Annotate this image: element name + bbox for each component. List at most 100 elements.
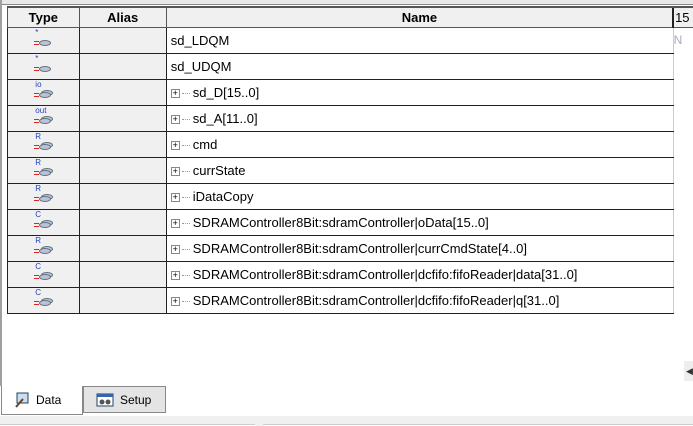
alias-cell[interactable] [78, 286, 167, 314]
expand-icon[interactable]: + [170, 140, 180, 150]
expand-icon[interactable]: + [170, 166, 180, 176]
column-header-sample[interactable]: 15 [672, 6, 693, 28]
register-bus-icon: R [32, 237, 54, 258]
panel-top-border [2, 0, 693, 5]
table-row[interactable]: R + cmd [7, 130, 693, 158]
table-row[interactable]: R + SDRAMController8Bit:sdramController|c… [7, 234, 693, 262]
sample-cell [672, 79, 693, 105]
table-row[interactable]: C + SDRAMController8Bit:sdramController|d… [7, 286, 693, 314]
sample-cell [672, 157, 693, 183]
tab-setup-label: Setup [120, 392, 152, 407]
alias-cell[interactable] [78, 26, 167, 54]
alias-cell[interactable] [78, 104, 167, 132]
tab-bar: Data Setup [0, 386, 693, 416]
alias-cell[interactable] [78, 78, 167, 106]
combinational-bus-icon: C [32, 263, 54, 284]
name-cell[interactable]: + currState [165, 156, 674, 184]
name-cell[interactable]: + SDRAMController8Bit:sdramController|oDa… [165, 208, 674, 236]
expand-icon[interactable]: + [170, 270, 180, 280]
expand-icon[interactable]: + [170, 192, 180, 202]
alias-cell[interactable] [78, 260, 167, 288]
node-name: sd_D[15..0] [192, 84, 260, 100]
expand-icon[interactable]: + [170, 244, 180, 254]
expand-icon[interactable]: + [170, 296, 180, 306]
node-name: currState [192, 162, 246, 178]
alias-cell[interactable] [78, 208, 167, 236]
data-icon [15, 392, 29, 408]
type-cell: * [7, 52, 80, 80]
output-bus-icon: out [32, 107, 54, 128]
combinational-bus-icon: C [32, 289, 54, 310]
single-node-icon: * [32, 55, 54, 76]
table-row[interactable]: R + currState [7, 156, 693, 184]
type-cell: C [7, 208, 80, 236]
name-cell[interactable]: + iDataCopy [165, 182, 674, 210]
type-cell: * [7, 26, 80, 54]
table-row[interactable]: io + sd_D[15..0] [7, 78, 693, 106]
alias-cell[interactable] [78, 234, 167, 262]
type-cell: R [7, 156, 80, 184]
table-row[interactable]: * sd_UDQM [7, 52, 693, 80]
expand-icon[interactable]: + [170, 114, 180, 124]
table-header: Type Alias Name 15 [7, 6, 693, 28]
setup-icon [96, 393, 114, 406]
node-name: SDRAMController8Bit:sdramController|curr… [192, 240, 528, 256]
type-cell: R [7, 130, 80, 158]
sample-cell [672, 209, 693, 235]
table-row[interactable]: C + SDRAMController8Bit:sdramController|o… [7, 208, 693, 236]
single-node-icon: * [32, 29, 54, 50]
sample-cell: N [672, 27, 693, 53]
expand-icon[interactable]: + [170, 218, 180, 228]
register-bus-icon: R [32, 133, 54, 154]
alias-cell[interactable] [78, 130, 167, 158]
sample-cell [672, 261, 693, 287]
sample-cell [672, 105, 693, 131]
name-cell[interactable]: + SDRAMController8Bit:sdramController|dcf… [165, 260, 674, 288]
node-name: cmd [192, 136, 218, 152]
node-table: Type Alias Name 15 * sd_LDQM N * sd_UDQM … [7, 6, 693, 314]
name-cell[interactable]: + sd_D[15..0] [165, 78, 674, 106]
type-cell: R [7, 234, 80, 262]
name-cell[interactable]: sd_LDQM [165, 26, 674, 54]
expand-icon[interactable]: + [170, 88, 180, 98]
node-name: sd_UDQM [170, 58, 232, 74]
combinational-bus-icon: C [32, 211, 54, 232]
sample-cell [672, 235, 693, 261]
tab-setup[interactable]: Setup [83, 386, 166, 413]
sample-cell [672, 183, 693, 209]
column-header-type[interactable]: Type [7, 6, 80, 28]
tab-data[interactable]: Data [1, 386, 83, 415]
name-cell[interactable]: + cmd [165, 130, 674, 158]
column-header-alias[interactable]: Alias [78, 6, 167, 28]
table-row[interactable]: R + iDataCopy [7, 182, 693, 210]
node-name: SDRAMController8Bit:sdramController|dcfi… [192, 292, 560, 308]
node-name: sd_LDQM [170, 32, 230, 48]
type-cell: R [7, 182, 80, 210]
sample-cell [672, 131, 693, 157]
name-cell[interactable]: + sd_A[11..0] [165, 104, 674, 132]
table-row[interactable]: * sd_LDQM N [7, 26, 693, 54]
name-cell[interactable]: + SDRAMController8Bit:sdramController|cur… [165, 234, 674, 262]
register-bus-icon: R [32, 159, 54, 180]
alias-cell[interactable] [78, 182, 167, 210]
node-name: SDRAMController8Bit:sdramController|oDat… [192, 214, 489, 230]
table-row[interactable]: out + sd_A[11..0] [7, 104, 693, 132]
type-cell: out [7, 104, 80, 132]
tab-data-label: Data [36, 393, 62, 407]
alias-cell[interactable] [78, 52, 167, 80]
name-cell[interactable]: + SDRAMController8Bit:sdramController|dcf… [165, 286, 674, 314]
scroll-left-button[interactable]: ◀ [684, 361, 693, 381]
node-name: SDRAMController8Bit:sdramController|dcfi… [192, 266, 578, 282]
column-header-name[interactable]: Name [165, 6, 674, 28]
alias-cell[interactable] [78, 156, 167, 184]
io-bus-icon: io [32, 81, 54, 102]
type-cell: C [7, 286, 80, 314]
name-cell[interactable]: sd_UDQM [165, 52, 674, 80]
node-name: iDataCopy [192, 188, 254, 204]
sample-cell [672, 287, 693, 313]
sample-cell [672, 53, 693, 79]
type-cell: C [7, 260, 80, 288]
node-list-panel: Type Alias Name 15 * sd_LDQM N * sd_UDQM … [0, 0, 693, 386]
table-row[interactable]: C + SDRAMController8Bit:sdramController|d… [7, 260, 693, 288]
node-name: sd_A[11..0] [192, 110, 258, 126]
